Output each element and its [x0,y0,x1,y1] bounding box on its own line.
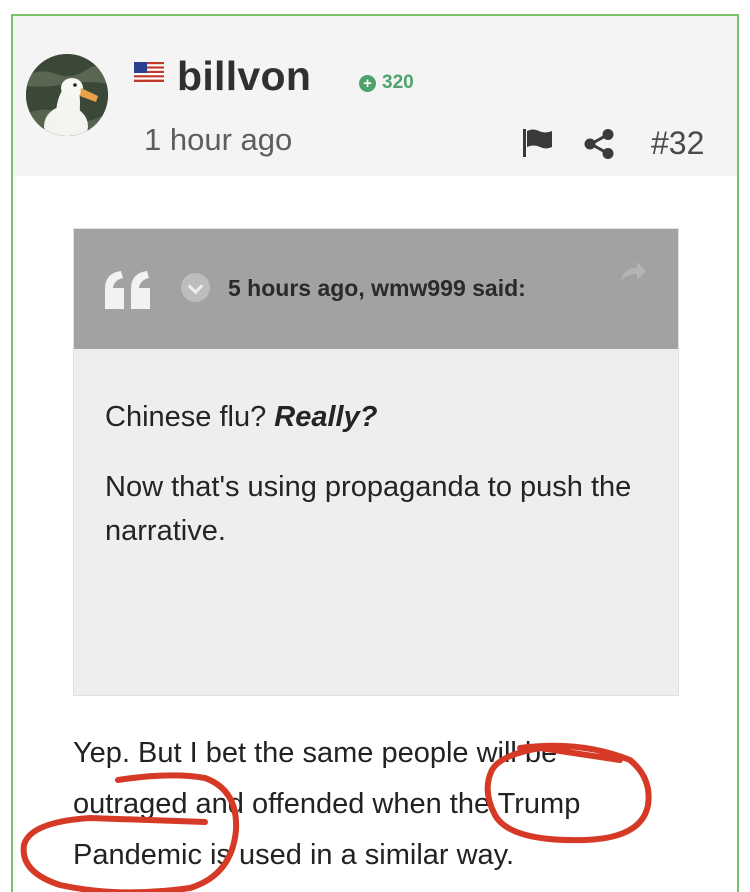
plus-icon: + [359,74,376,92]
post-header: billvon + 320 1 hour ago #32 [13,16,737,176]
username-link[interactable]: billvon [177,52,311,100]
post-timestamp[interactable]: 1 hour ago [144,122,292,158]
chevron-down-icon[interactable] [181,273,210,302]
go-to-quoted-post-icon[interactable] [619,259,647,283]
reputation-badge: + 320 [359,72,414,94]
share-icon[interactable] [583,128,615,160]
quote-line: Chinese flu? Really? [105,395,655,439]
post-number-link[interactable]: #32 [651,124,704,162]
us-flag-icon [134,62,164,82]
flag-report-icon[interactable] [521,127,554,159]
reputation-count: 320 [382,72,414,93]
post-body-text: Yep. But I bet the same people will be o… [73,737,581,871]
quote-mark-icon [105,271,150,309]
quote-block: 5 hours ago, wmw999 said: Chinese flu? R… [73,228,679,696]
avatar[interactable] [26,54,108,136]
quote-text: Chinese flu? [105,401,275,433]
quote-header: 5 hours ago, wmw999 said: [74,229,678,349]
forum-post: billvon + 320 1 hour ago #32 5 hours ago… [11,14,739,892]
quote-line: Now that's using propaganda to push the … [105,471,632,547]
quote-emphasis: Really? [274,401,378,433]
quote-body: Chinese flu? Really? Now that's using pr… [105,395,655,579]
quote-attribution: 5 hours ago, wmw999 said: [228,275,526,301]
